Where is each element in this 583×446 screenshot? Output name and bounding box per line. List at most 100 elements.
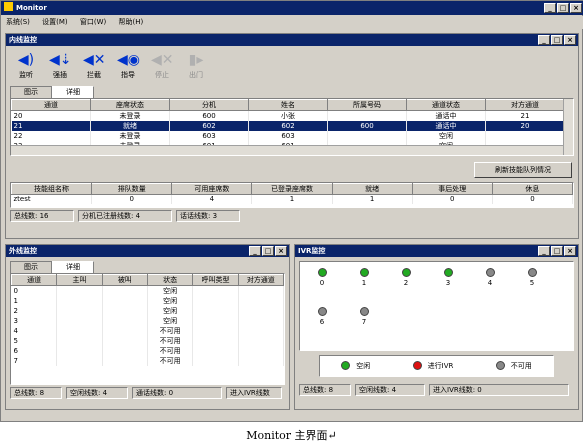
channel-status-icon	[401, 268, 411, 277]
trunk-tab-diagram[interactable]: 图示	[10, 261, 52, 273]
skill-table-row[interactable]: ztest 0 4 1 1 0 0	[11, 194, 573, 204]
ivr-channel[interactable]: 4	[480, 268, 500, 287]
exit-button[interactable]: ▮▸ 出门	[180, 48, 212, 84]
coach-button[interactable]: ◀◉ 指导	[112, 48, 144, 84]
online-column-header[interactable]: 所属号码	[327, 99, 407, 111]
online-column-header[interactable]: 通道	[11, 99, 91, 111]
online-table-cell	[327, 110, 407, 121]
online-total-lines: 总线数: 16	[10, 210, 74, 222]
intercept-button[interactable]: ◀✕ 拦截	[78, 48, 110, 84]
online-maximize-button[interactable]: □	[551, 35, 563, 45]
skill-column-header[interactable]: 就绪	[331, 183, 413, 195]
menu-help[interactable]: 帮助(H)	[114, 16, 149, 29]
trunk-column-header[interactable]: 呼叫类型	[192, 274, 239, 286]
refresh-skill-queue-button[interactable]: 刷新技能队列情况	[474, 162, 572, 178]
channel-status-icon	[359, 268, 369, 277]
tab-detail[interactable]: 详细	[52, 86, 94, 98]
trunk-table-row[interactable]: 6 不可用	[11, 346, 284, 356]
skill-column-header[interactable]: 事后处理	[411, 183, 493, 195]
trunk-table-cell: 5	[11, 336, 58, 346]
trunk-table-row[interactable]: 2 空闲	[11, 306, 284, 316]
ivr-channel[interactable]: 5	[522, 268, 542, 287]
menu-window[interactable]: 窗口(W)	[75, 16, 111, 29]
trunk-table-cell	[56, 346, 103, 356]
listen-icon: ◀)	[17, 52, 35, 68]
online-minimize-button[interactable]: _	[538, 35, 550, 45]
ivr-maximize-button[interactable]: □	[551, 246, 563, 256]
trunk-table-cell	[56, 336, 103, 346]
trunk-maximize-button[interactable]: □	[262, 246, 274, 256]
trunk-table-row[interactable]: 5 不可用	[11, 336, 284, 346]
trunk-table-cell	[102, 326, 148, 336]
skill-table-cell: 0	[91, 194, 173, 204]
online-column-header[interactable]: 姓名	[248, 99, 328, 111]
trunk-table-cell: 空闲	[147, 306, 194, 316]
listen-button[interactable]: ◀) 监听	[10, 48, 42, 84]
online-column-header[interactable]: 对方通道	[485, 99, 565, 111]
ivr-channel[interactable]: 2	[396, 268, 416, 287]
channel-status-icon	[443, 268, 453, 277]
trunk-table-cell	[56, 296, 103, 306]
trunk-table-row[interactable]: 0 空闲	[11, 285, 284, 296]
trunk-talking-lines: 通话线数: 0	[132, 387, 222, 399]
trunk-close-button[interactable]: ×	[275, 246, 287, 256]
trunk-table-row[interactable]: 7 不可用	[11, 356, 284, 366]
coach-icon: ◀◉	[117, 52, 140, 68]
online-close-button[interactable]: ×	[564, 35, 576, 45]
menu-settings[interactable]: 设置(M)	[37, 16, 73, 29]
trunk-minimize-button[interactable]: _	[249, 246, 261, 256]
online-column-header[interactable]: 分机	[169, 99, 249, 111]
tab-diagram[interactable]: 图示	[10, 86, 52, 98]
skill-column-header[interactable]: 休息	[491, 183, 573, 195]
ivr-channel[interactable]: 7	[354, 307, 374, 326]
trunk-table-cell: 4	[11, 326, 58, 336]
trunk-column-header[interactable]: 主叫	[56, 274, 103, 286]
trunk-table-row[interactable]: 4 不可用	[11, 326, 284, 336]
online-table-cell: 通话中	[406, 121, 486, 131]
trunk-tab-detail[interactable]: 详细	[52, 261, 94, 273]
skill-column-header[interactable]: 可用座席数	[171, 183, 253, 195]
online-column-header[interactable]: 通道状态	[406, 99, 486, 111]
skill-table-cell: ztest	[11, 194, 93, 204]
ivr-minimize-button[interactable]: _	[538, 246, 550, 256]
channel-status-icon	[359, 307, 369, 316]
legend-status-icon	[495, 361, 505, 370]
skill-column-header[interactable]: 排队数量	[91, 183, 173, 195]
online-vertical-scrollbar[interactable]	[563, 99, 573, 155]
legend-label: 不可用	[510, 362, 532, 370]
stop-button[interactable]: ◀✕ 停止	[146, 48, 178, 84]
trunk-column-header[interactable]: 状态	[146, 274, 194, 286]
maximize-button[interactable]: □	[557, 3, 569, 13]
trunk-table-row[interactable]: 1 空闲	[11, 296, 284, 306]
menu-system[interactable]: 系统(S)	[1, 16, 35, 29]
online-table-row[interactable]: 21 就绪 602 602 600 通话中 20	[11, 121, 565, 131]
online-table-row[interactable]: 22 未登录 603 603 空闲	[11, 131, 565, 141]
close-button[interactable]: ×	[570, 3, 582, 13]
ivr-channel[interactable]: 1	[354, 268, 374, 287]
barge-in-icon: ◀⇣	[49, 52, 72, 68]
ivr-in-ivr-lines: 进入IVR线数: 0	[429, 384, 569, 396]
ivr-channel-label: 7	[361, 318, 367, 326]
online-horizontal-scrollbar[interactable]	[11, 145, 563, 155]
trunk-table-cell	[102, 316, 148, 326]
trunk-table-cell	[238, 336, 284, 346]
skill-column-header[interactable]: 已登录座席数	[251, 183, 333, 195]
trunk-table-cell: 1	[11, 296, 58, 306]
ivr-channel[interactable]: 0	[312, 268, 332, 287]
online-table-row[interactable]: 20 未登录 600 小张 通话中 21	[11, 110, 565, 121]
skill-column-header[interactable]: 技能组名称	[11, 183, 93, 195]
online-monitor-titlebar: 内线监控 _ □ ×	[6, 34, 578, 46]
trunk-column-header[interactable]: 通道	[11, 274, 58, 286]
ivr-channel-label: 4	[487, 279, 493, 287]
app-icon	[4, 2, 13, 11]
trunk-table-row[interactable]: 3 空闲	[11, 316, 284, 326]
online-column-header[interactable]: 座席状态	[90, 99, 170, 111]
barge-in-button[interactable]: ◀⇣ 强插	[44, 48, 76, 84]
ivr-channel[interactable]: 3	[438, 268, 458, 287]
trunk-column-header[interactable]: 被叫	[101, 274, 148, 286]
trunk-table-cell	[102, 346, 148, 356]
trunk-column-header[interactable]: 对方通道	[237, 274, 284, 286]
ivr-channel[interactable]: 6	[312, 307, 332, 326]
minimize-button[interactable]: _	[544, 3, 556, 13]
ivr-close-button[interactable]: ×	[564, 246, 576, 256]
